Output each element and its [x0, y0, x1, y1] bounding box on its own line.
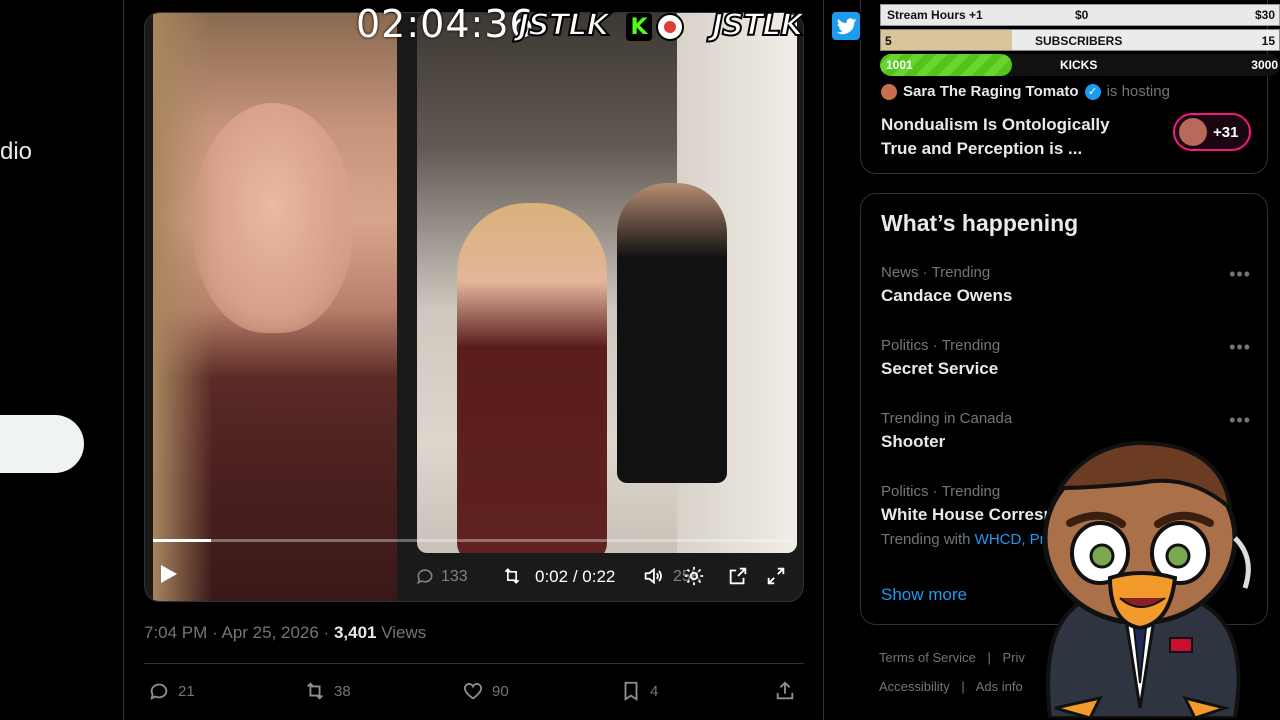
trend-topic: Secret Service [881, 359, 999, 378]
tweet-actions: 21 38 90 4 [144, 680, 804, 706]
stream-hours-max: $30 [1254, 8, 1275, 22]
reply-button[interactable]: 21 [148, 680, 195, 702]
like-button[interactable]: 90 [462, 680, 509, 702]
subs-current: 5 [885, 34, 892, 48]
video-current-time: 0:02 [535, 567, 569, 586]
faded-reply-count: 133 [441, 568, 468, 585]
listener-badge[interactable]: +31 [1173, 113, 1251, 151]
pip-icon[interactable] [727, 565, 749, 592]
show-more-link[interactable]: Show more [881, 585, 967, 605]
fullscreen-icon[interactable] [765, 565, 787, 592]
footer-separator: | [961, 679, 965, 694]
divider [144, 663, 804, 664]
settings-icon[interactable] [683, 565, 705, 592]
kicks-label: KICKS [1060, 58, 1098, 72]
reply-icon [150, 683, 168, 701]
subs-label: SUBSCRIBERS [1035, 34, 1123, 48]
reply-count: 21 [178, 682, 195, 700]
kicks-bar: 1001 KICKS 3000 [880, 54, 1280, 76]
space-card[interactable]: Sara The Raging Tomato ✓ is hosting Nond… [860, 0, 1268, 174]
person-in-red-dress [457, 203, 607, 553]
faded-reply-icon [415, 566, 435, 591]
subs-goal: 15 [1261, 34, 1275, 48]
twitter-bird-icon [830, 10, 862, 42]
space-host-line: Sara The Raging Tomato ✓ is hosting [881, 83, 1170, 100]
terms-link[interactable]: Terms of Service [879, 650, 976, 665]
views-label: Views [381, 623, 427, 642]
more-icon[interactable]: ••• [1229, 264, 1251, 285]
nav-item-label[interactable]: dio [0, 138, 32, 166]
views-count: 3,401 [333, 623, 377, 642]
share-icon [776, 681, 794, 700]
video-controls: 133 0:02 / 0:22 25K [145, 561, 803, 593]
left-nav: dio [0, 0, 124, 720]
listener-avatar [1179, 118, 1207, 146]
bookmark-icon [624, 681, 638, 701]
heart-icon [463, 683, 483, 700]
video-time: 0:02 / 0:22 [535, 567, 615, 587]
jstlk-logo-left: JSTLK [517, 7, 611, 44]
record-icon [656, 13, 684, 41]
trends-title: What’s happening [881, 210, 1079, 236]
like-count: 90 [492, 682, 509, 700]
share-button[interactable] [774, 680, 796, 702]
jstlk-logo-right: JSTLK [711, 7, 805, 44]
post-button[interactable] [0, 415, 84, 473]
footer-row-2: Accessibility | Ads info [879, 679, 1023, 694]
bookmark-button[interactable]: 4 [620, 680, 658, 702]
video-frame-left [153, 13, 397, 601]
volume-icon[interactable] [641, 565, 665, 592]
hosting-label: is hosting [1106, 83, 1170, 100]
trend-context: Trending in Canada [881, 410, 1013, 427]
kick-logo-icon: K [626, 13, 652, 41]
owl-mascot-icon [1042, 441, 1251, 718]
video-progress-bar[interactable] [153, 539, 793, 542]
stream-hours-min: $0 [1075, 8, 1089, 22]
space-title[interactable]: Nondualism Is Ontologically True and Per… [881, 113, 1141, 161]
video-progress-fill [153, 539, 211, 542]
subscribers-bar: 5 SUBSCRIBERS 15 [880, 29, 1280, 51]
main-column: 133 0:02 / 0:22 25K 7:04 PM · Apr 25, 20… [124, 0, 824, 720]
host-name[interactable]: Sara The Raging Tomato [903, 83, 1079, 100]
trend-with-label: Trending with [881, 531, 971, 548]
person-in-tuxedo [617, 183, 727, 483]
trend-item[interactable]: Politics · Trending Secret Service ••• [881, 337, 1251, 379]
host-avatar [881, 83, 897, 100]
trend-context: News · Trending [881, 264, 991, 281]
listener-count: +31 [1213, 123, 1239, 141]
trend-topic: Candace Owens [881, 286, 1013, 305]
kicks-current: 1001 [886, 58, 913, 72]
bookmark-count: 4 [650, 682, 659, 700]
tweet-meta: 7:04 PM · Apr 25, 2026 · 3,401 Views [144, 623, 426, 643]
more-icon[interactable]: ••• [1229, 337, 1251, 358]
video-total-time: 0:22 [582, 567, 616, 586]
faded-repost-icon [501, 566, 523, 591]
stream-hours-label: Stream Hours +1 [887, 8, 983, 22]
tweet-video[interactable]: 133 0:02 / 0:22 25K [144, 12, 804, 602]
stream-hours-bar: Stream Hours +1 $0 $30 [880, 4, 1280, 26]
accessibility-link[interactable]: Accessibility [879, 679, 950, 694]
trend-item[interactable]: News · Trending Candace Owens ••• [881, 264, 1251, 306]
video-time-separator: / [572, 567, 578, 586]
tweet-timestamp[interactable]: 7:04 PM · Apr 25, 2026 · [144, 623, 329, 642]
subscribers-fill [881, 30, 1013, 50]
play-icon[interactable] [161, 565, 177, 583]
video-frame-right [417, 13, 797, 553]
verified-badge-icon: ✓ [1084, 83, 1101, 100]
repost-icon [307, 682, 323, 700]
repost-count: 38 [334, 682, 351, 700]
stream-clock: 02:04:36 [356, 2, 535, 46]
repost-button[interactable]: 38 [304, 680, 351, 702]
trend-context: Politics · Trending [881, 337, 1001, 354]
footer-separator: | [987, 650, 991, 665]
footer-row-1: Terms of Service | Priv [879, 650, 1025, 665]
kicks-goal: 3000 [1251, 58, 1278, 72]
